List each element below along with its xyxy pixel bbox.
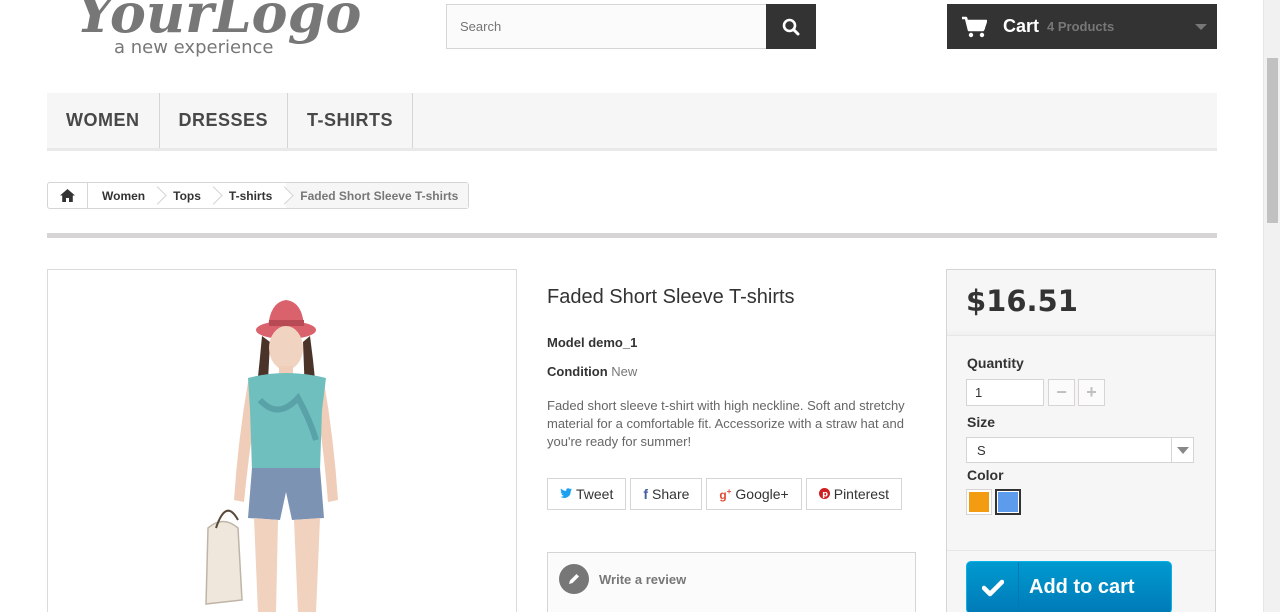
swatch-fill: [998, 492, 1018, 512]
svg-text:p: p: [822, 490, 828, 499]
model-value: demo_1: [588, 335, 638, 350]
scrollbar-thumb[interactable]: [1267, 58, 1278, 223]
pinterest-button[interactable]: p Pinterest: [805, 478, 902, 510]
main-menu: WOMEN DRESSES T-SHIRTS: [47, 93, 1217, 151]
home-icon: [60, 189, 75, 202]
plus-icon: +: [1086, 382, 1097, 402]
cart-summary-button[interactable]: Cart 4 Products: [947, 4, 1217, 49]
googleplus-label: Google+: [735, 486, 789, 502]
buy-box: $16.51 Quantity − + Size S Color Add to …: [946, 269, 1216, 612]
product-title: Faded Short Sleeve T-shirts: [547, 286, 795, 308]
breadcrumb-item-women[interactable]: Women: [88, 183, 159, 208]
page-scrollbar[interactable]: [1263, 0, 1280, 612]
facebook-icon: f: [643, 486, 649, 502]
googleplus-icon: g+: [719, 486, 732, 502]
price-area: $16.51: [947, 270, 1215, 336]
pencil-icon: [559, 564, 589, 594]
condition-label: Condition: [547, 364, 608, 379]
social-sharing: Tweet f Share g+ Google+ p Pinterest: [547, 478, 902, 510]
share-label: Share: [652, 486, 690, 502]
quantity-input[interactable]: [966, 379, 1044, 406]
googleplus-button[interactable]: g+ Google+: [706, 478, 802, 510]
chevron-down-icon: [1195, 24, 1207, 30]
breadcrumb-item-tops[interactable]: Tops: [159, 183, 215, 208]
size-value: S: [977, 442, 986, 458]
size-select[interactable]: S: [966, 437, 1194, 463]
quantity-decrease-button[interactable]: −: [1048, 379, 1075, 406]
breadcrumb-label: T-shirts: [228, 188, 273, 203]
product-model: Model demo_1: [547, 335, 637, 350]
search-input[interactable]: [446, 4, 767, 49]
twitter-icon: [560, 486, 572, 502]
quantity-increase-button[interactable]: +: [1078, 379, 1105, 406]
breadcrumb-home[interactable]: [48, 183, 88, 208]
search-icon: [782, 18, 800, 35]
menu-item-label: DRESSES: [178, 110, 269, 130]
breadcrumb-label: Women: [102, 188, 146, 203]
product-photo: [205, 300, 338, 612]
search-button[interactable]: [766, 4, 816, 49]
checkmark-icon: [967, 562, 1019, 612]
search-form: [446, 4, 816, 49]
cart-label: Cart: [1003, 16, 1040, 36]
swatch-fill: [969, 492, 989, 512]
quantity-label: Quantity: [967, 355, 1024, 371]
model-label: Model: [547, 335, 585, 350]
share-button[interactable]: f Share: [630, 478, 703, 510]
shopping-cart-icon: [962, 16, 987, 37]
pinterest-icon: p: [818, 486, 830, 502]
pinterest-label: Pinterest: [833, 486, 889, 502]
section-divider: [47, 233, 1217, 238]
condition-value: New: [611, 364, 638, 379]
review-panel: Write a review: [547, 552, 916, 612]
menu-item-label: T-SHIRTS: [307, 110, 394, 130]
menu-item-women[interactable]: WOMEN: [47, 93, 160, 148]
breadcrumb-item-tshirts[interactable]: T-shirts: [215, 183, 286, 208]
breadcrumb-label: Faded Short Sleeve T-shirts: [300, 188, 459, 203]
cart-count: 4 Products: [1047, 19, 1115, 34]
chevron-down-icon: [1171, 438, 1193, 462]
color-swatch-orange[interactable]: [966, 489, 992, 515]
add-to-cart-button[interactable]: Add to cart: [966, 561, 1172, 612]
tweet-button[interactable]: Tweet: [547, 478, 627, 510]
breadcrumb-current: Faded Short Sleeve T-shirts: [286, 183, 469, 208]
logo-tagline: a new experience: [114, 37, 273, 58]
size-label: Size: [967, 414, 996, 430]
menu-item-tshirts[interactable]: T-SHIRTS: [288, 93, 414, 148]
menu-item-label: WOMEN: [66, 110, 140, 130]
site-logo[interactable]: YourLogo a new experience: [74, 0, 364, 62]
product-description: Faded short sleeve t-shirt with high nec…: [547, 398, 905, 449]
add-to-cart-area: Add to cart: [947, 550, 1215, 612]
tweet-label: Tweet: [576, 486, 614, 502]
breadcrumb: Women Tops T-shirts Faded Short Sleeve T…: [47, 182, 470, 209]
add-to-cart-label: Add to cart: [1029, 576, 1135, 598]
write-review-link[interactable]: Write a review: [599, 572, 686, 587]
product-price: $16.51: [966, 284, 1078, 318]
breadcrumb-label: Tops: [173, 188, 201, 203]
color-label: Color: [967, 467, 1004, 483]
product-image[interactable]: [47, 269, 517, 612]
menu-item-dresses[interactable]: DRESSES: [160, 93, 289, 148]
color-swatch-blue[interactable]: [995, 489, 1021, 515]
product-condition: Condition New: [547, 364, 637, 379]
minus-icon: −: [1056, 382, 1067, 402]
